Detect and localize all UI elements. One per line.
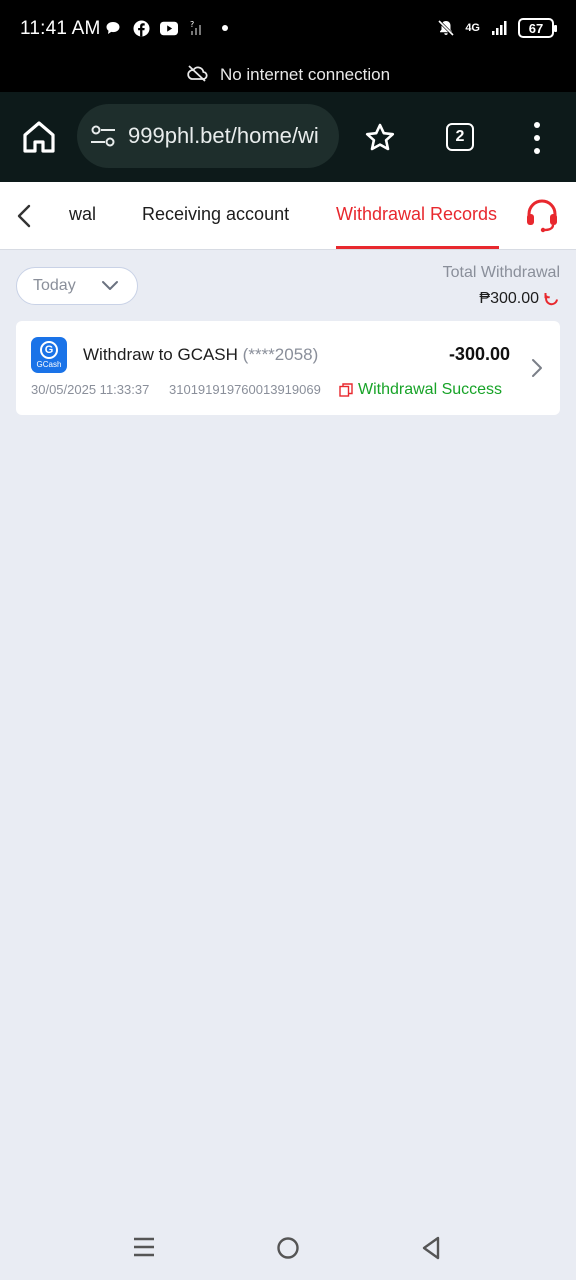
record-datetime: 30/05/2025 11:33:37: [31, 382, 150, 397]
menu-dot: [534, 148, 540, 154]
system-indicators: 4G 67: [437, 18, 557, 38]
browser-menu-button[interactable]: [528, 122, 546, 154]
copy-icon[interactable]: [339, 383, 353, 397]
total-withdrawal-amount: ₱300.00: [479, 290, 539, 307]
address-bar[interactable]: 999phl.bet/home/wi: [77, 104, 339, 168]
url-text: 999phl.bet/home/wi: [128, 123, 319, 148]
menu-dot: [534, 122, 540, 128]
offline-banner: No internet connection: [0, 58, 576, 92]
back-triangle-icon[interactable]: [420, 1235, 442, 1261]
signal-icon: [490, 19, 508, 37]
headset-icon: [527, 199, 557, 233]
bell-muted-icon: [437, 19, 455, 37]
dot-icon: [216, 19, 234, 37]
customer-support-button[interactable]: [523, 196, 561, 234]
gcash-logo-letter: G: [40, 341, 58, 359]
tab-receiving-account[interactable]: Receiving account: [142, 204, 289, 225]
active-tab-indicator: [336, 246, 499, 249]
chat-bubble-icon: [104, 19, 122, 37]
chevron-down-icon: [102, 281, 118, 290]
back-chevron-icon[interactable]: [14, 202, 36, 230]
status-bar: 11:41 AM ? 4G 67: [0, 0, 576, 58]
star-icon: [365, 123, 395, 151]
chevron-right-icon: [532, 359, 542, 377]
tab-switcher-button[interactable]: 2: [446, 123, 474, 151]
facebook-icon: [132, 19, 150, 37]
tab-withdrawal[interactable]: wal: [69, 204, 96, 225]
network-type: 4G: [465, 22, 480, 34]
svg-text:?: ?: [190, 20, 194, 29]
offline-text: No internet connection: [219, 65, 391, 84]
cloud-off-icon: [186, 64, 208, 87]
tab-withdrawal-records[interactable]: Withdrawal Records: [336, 204, 497, 225]
notification-icons: ?: [104, 19, 234, 37]
withdrawal-record[interactable]: G GCash Withdraw to GCASH (****2058) -30…: [16, 321, 560, 415]
gcash-logo-text: GCash: [36, 360, 62, 369]
system-nav-bar: [0, 1216, 576, 1280]
home-icon: [23, 121, 55, 153]
date-filter-dropdown[interactable]: Today: [16, 267, 138, 305]
record-transaction-id: 310191919760013919069: [169, 382, 321, 397]
gcash-logo: G GCash: [31, 337, 67, 373]
home-button[interactable]: [20, 118, 58, 156]
date-filter-value: Today: [33, 277, 76, 294]
battery-level: 67: [518, 18, 557, 38]
youtube-icon: [160, 19, 178, 37]
masked-account: (****2058): [242, 345, 319, 364]
recent-apps-icon[interactable]: [132, 1236, 156, 1258]
browser-toolbar: 999phl.bet/home/wi 2: [0, 92, 576, 182]
tab-header: wal Receiving account Withdrawal Records: [0, 182, 576, 250]
total-withdrawal-label: Total Withdrawal: [442, 264, 560, 281]
record-status: Withdrawal Success: [358, 381, 503, 398]
no-signal-icon: ?: [188, 19, 206, 37]
record-title: Withdraw to GCASH (****2058): [83, 345, 318, 365]
site-settings-icon[interactable]: [89, 124, 117, 148]
status-time: 11:41 AM: [20, 18, 101, 39]
bookmark-button[interactable]: [364, 122, 396, 154]
record-title-text: Withdraw to GCASH: [83, 345, 238, 364]
home-circle-icon[interactable]: [276, 1236, 300, 1260]
record-amount: -300.00: [448, 344, 510, 364]
menu-dot: [534, 135, 540, 141]
refresh-icon[interactable]: [543, 291, 560, 308]
